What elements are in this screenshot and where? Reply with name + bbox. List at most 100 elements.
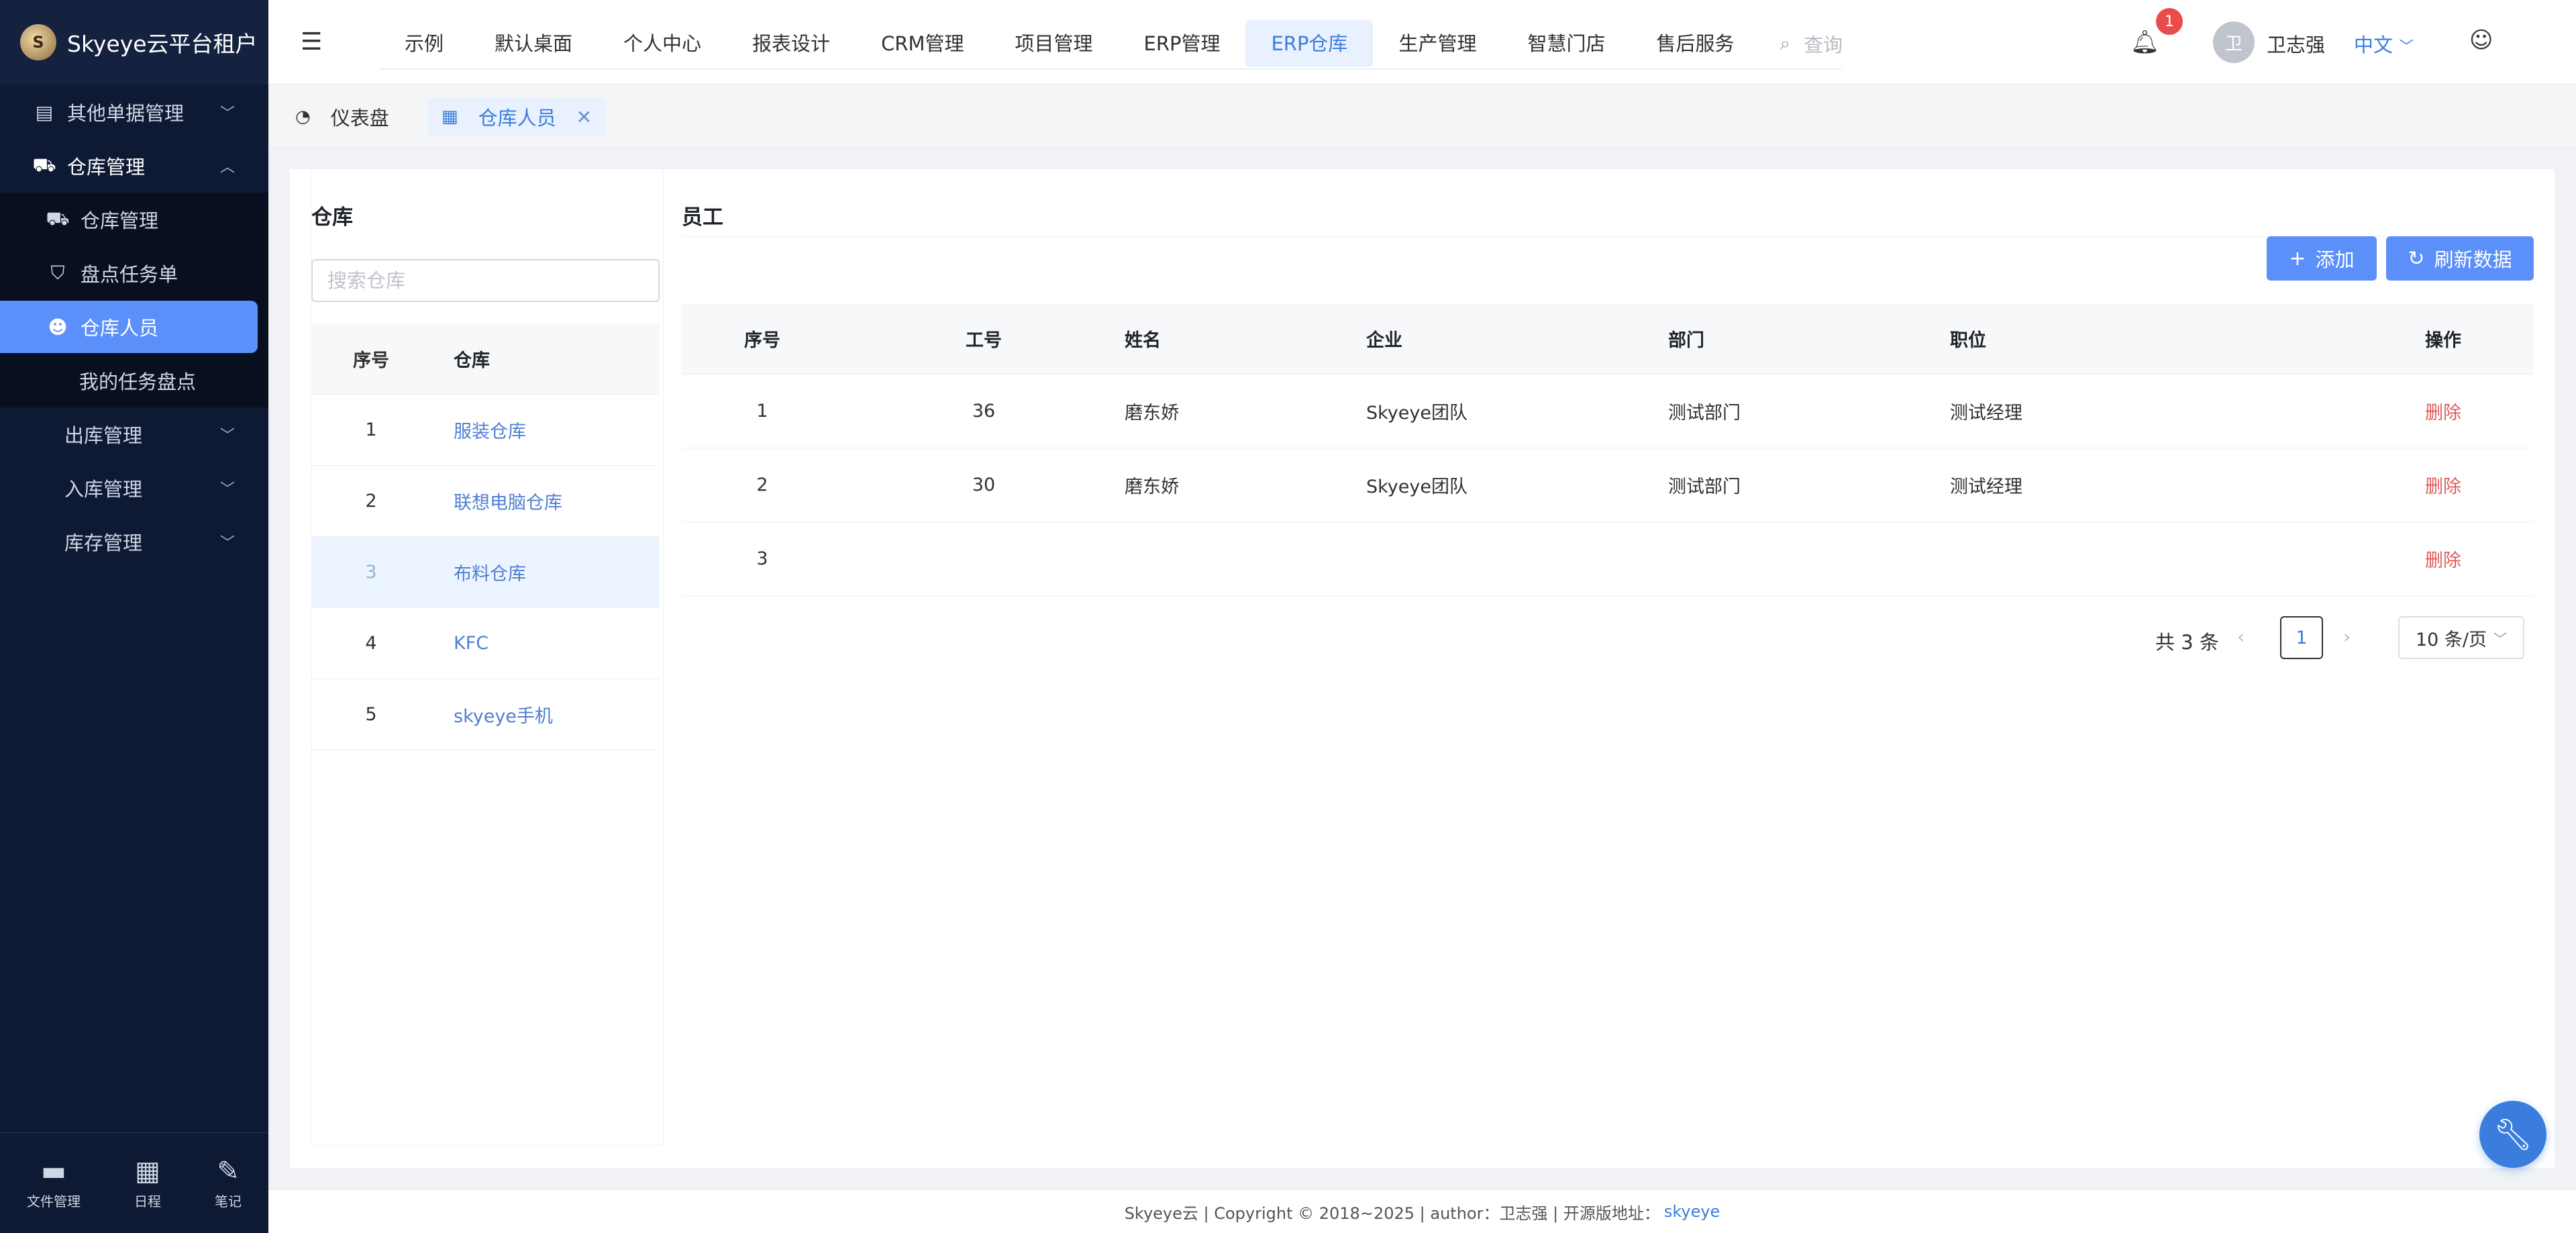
cell-no: 1 — [756, 401, 768, 422]
main-card: 仓库 序号 仓库 1 服装仓库 2 联想电脑仓库 3 布料仓库 4 KFC 5 … — [290, 169, 2555, 1168]
username[interactable]: 卫志强 — [2267, 30, 2325, 58]
bell-icon[interactable]: 🔔︎ — [2130, 0, 2159, 85]
sidebar-subitem-my-stocktake[interactable]: 我的任务盘点 — [0, 354, 268, 407]
archive-icon: ▤ — [35, 101, 54, 124]
delete-link[interactable]: 删除 — [2353, 398, 2534, 424]
cell-dept: 测试部门 — [1668, 403, 1741, 424]
refresh-button-label: 刷新数据 — [2434, 248, 2512, 271]
file-manager-button[interactable]: ▬ 文件管理 — [27, 1156, 81, 1210]
top-header: ☰ 示例 默认桌面 个人中心 报表设计 CRM管理 项目管理 ERP管理 ERP… — [268, 0, 2576, 85]
table-row[interactable]: 4 KFC — [311, 608, 660, 679]
sidebar-item-warehouse-management[interactable]: ⛟ 仓库管理 ︿ — [0, 139, 268, 193]
nav-search[interactable]: ⌕ 查询 — [1780, 30, 1843, 58]
warehouse-link[interactable]: 布料仓库 — [431, 559, 660, 585]
table-row-selected[interactable]: 3 布料仓库 — [311, 537, 660, 608]
staff-panel-title: 员工 — [682, 205, 723, 230]
language-selector[interactable]: 中文 ﹀ — [2354, 30, 2414, 58]
menu-toggle-icon[interactable]: ☰ — [301, 28, 322, 56]
nav-report-design[interactable]: 报表设计 — [727, 20, 856, 67]
col-header-no: 序号 — [353, 350, 389, 371]
chevron-down-icon: ﹀ — [219, 535, 235, 552]
pagination-total: 共 3 条 — [2155, 631, 2219, 654]
tab-dashboard[interactable]: ◔ 仪表盘 — [282, 98, 403, 136]
table-row[interactable]: 1 服装仓库 — [311, 395, 660, 466]
cell-name: 磨东娇 — [1125, 403, 1179, 424]
row-no: 1 — [365, 420, 377, 440]
col-header-job-no: 工号 — [966, 330, 1002, 351]
page-number[interactable]: 1 — [2280, 616, 2323, 659]
warehouse-link[interactable]: skyeye手机 — [431, 701, 660, 728]
notes-button[interactable]: ✎ 笔记 — [215, 1156, 242, 1210]
table-row[interactable]: 2 联想电脑仓库 — [311, 466, 660, 537]
nav-after-sales[interactable]: 售后服务 — [1631, 20, 1759, 67]
divider — [682, 236, 2534, 237]
refresh-button[interactable]: ↻ 刷新数据 — [2386, 236, 2534, 281]
tab-label: 仪表盘 — [330, 107, 389, 130]
message-icon[interactable]: ☺ — [2469, 27, 2493, 54]
brand[interactable]: S Skyeye云平台租户 — [0, 0, 268, 85]
calendar-icon: ▦ — [135, 1156, 160, 1187]
cell-name: 磨东娇 — [1125, 477, 1179, 497]
user-icon: ☻ — [48, 315, 68, 338]
sidebar-item-inbound[interactable]: 入库管理 ﹀ — [0, 461, 268, 515]
sidebar-subitem-warehouse-staff[interactable]: ☻ 仓库人员 — [0, 301, 258, 353]
next-page-icon[interactable]: › — [2343, 626, 2351, 648]
warehouse-search-input[interactable] — [311, 259, 660, 302]
nav-default-desktop[interactable]: 默认桌面 — [469, 20, 598, 67]
footer-link[interactable]: skyeye — [1664, 1202, 1720, 1221]
warehouse-link[interactable]: KFC — [431, 633, 660, 654]
col-header-no: 序号 — [744, 330, 780, 351]
file-manager-label: 文件管理 — [27, 1193, 81, 1210]
table-header: 序号 仓库 — [311, 324, 660, 395]
schedule-button[interactable]: ▦ 日程 — [134, 1156, 161, 1210]
sidebar-item-label: 盘点任务单 — [81, 263, 178, 286]
col-header-dept: 部门 — [1668, 330, 1704, 351]
sidebar-item-other-documents[interactable]: ▤ 其他单据管理 ﹀ — [0, 85, 268, 139]
nav-crm[interactable]: CRM管理 — [856, 20, 989, 67]
prev-page-icon[interactable]: ‹ — [2237, 626, 2245, 648]
brand-logo: S — [20, 24, 56, 60]
tab-warehouse-staff[interactable]: ▦ 仓库人员 ✕ — [428, 98, 606, 136]
sidebar-subitem-warehouse[interactable]: ⛟ 仓库管理 — [0, 193, 268, 246]
add-button-label: 添加 — [2315, 248, 2355, 271]
cell-no: 3 — [756, 548, 768, 569]
sidebar-item-label: 库存管理 — [64, 532, 143, 554]
folder-icon: ▬ — [41, 1156, 66, 1187]
search-placeholder: 查询 — [1804, 34, 1843, 56]
nav-production[interactable]: 生产管理 — [1373, 20, 1502, 67]
nav-smart-store[interactable]: 智慧门店 — [1502, 20, 1631, 67]
nav-erp[interactable]: ERP管理 — [1119, 20, 1246, 67]
schedule-label: 日程 — [134, 1193, 161, 1210]
sidebar-footer: ▬ 文件管理 ▦ 日程 ✎ 笔记 — [0, 1132, 268, 1233]
add-button[interactable]: + 添加 — [2267, 236, 2377, 281]
nav-project[interactable]: 项目管理 — [989, 20, 1118, 67]
cell-dept: 测试部门 — [1668, 477, 1741, 497]
delete-link[interactable]: 删除 — [2353, 472, 2534, 498]
nav-personal-center[interactable]: 个人中心 — [598, 20, 727, 67]
page-size-select[interactable]: 10 条/页 ﹀ — [2398, 616, 2524, 659]
avatar[interactable]: 卫 — [2213, 21, 2255, 63]
sidebar-item-label: 其他单据管理 — [67, 102, 185, 125]
sidebar-subitem-stocktake-tasks[interactable]: ⛉ 盘点任务单 — [0, 246, 268, 300]
table-row: 2 30 磨东娇 Skyeye团队 测试部门 测试经理 删除 — [682, 448, 2534, 522]
chevron-down-icon: ﹀ — [219, 105, 235, 122]
table-header: 序号 工号 姓名 企业 部门 职位 操作 — [682, 303, 2534, 375]
delete-link[interactable]: 删除 — [2353, 546, 2534, 572]
nav-erp-warehouse[interactable]: ERP仓库 — [1245, 20, 1374, 67]
close-icon[interactable]: ✕ — [576, 106, 592, 128]
nav-example[interactable]: 示例 — [379, 20, 469, 67]
search-icon: ⌕ — [1780, 32, 1791, 54]
cart-icon: ⛟ — [32, 153, 56, 176]
grid-icon: ▦ — [442, 107, 458, 127]
table-row[interactable]: 5 skyeye手机 — [311, 679, 660, 750]
cart-icon: ⛉ — [50, 262, 65, 284]
edit-icon: ✎ — [217, 1156, 240, 1187]
col-header-name: 姓名 — [1125, 330, 1161, 351]
sidebar-item-outbound[interactable]: 出库管理 ﹀ — [0, 407, 268, 461]
warehouse-link[interactable]: 服装仓库 — [431, 417, 660, 443]
warehouse-link[interactable]: 联想电脑仓库 — [431, 488, 660, 514]
wrench-icon[interactable]: 🔧︎ — [2479, 1101, 2546, 1168]
cell-job-no: 36 — [972, 401, 996, 422]
row-no: 5 — [365, 704, 377, 725]
sidebar-item-inventory[interactable]: 库存管理 ﹀ — [0, 515, 268, 569]
